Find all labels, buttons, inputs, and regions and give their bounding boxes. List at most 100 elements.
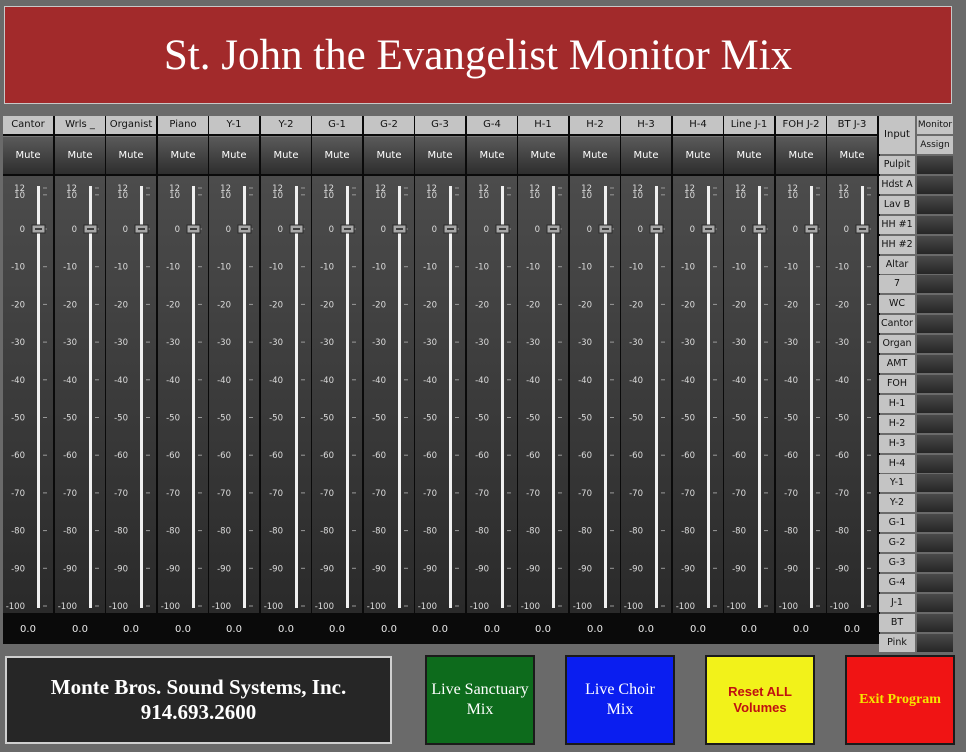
scale-label: -10 (63, 263, 77, 273)
assign-button[interactable] (917, 455, 953, 473)
fader-track[interactable] (243, 186, 246, 608)
mute-button[interactable]: Mute (467, 136, 517, 174)
assign-button[interactable] (917, 315, 953, 333)
assign-button[interactable] (917, 474, 953, 492)
input-label: H-1 (879, 395, 915, 413)
fader-track[interactable] (758, 186, 761, 608)
mute-button[interactable]: Mute (209, 136, 259, 174)
assign-button[interactable] (917, 554, 953, 572)
input-label: H-2 (879, 415, 915, 433)
scale-label: -30 (835, 338, 849, 348)
assign-button[interactable] (917, 275, 953, 293)
mute-button[interactable]: Mute (312, 136, 362, 174)
scale-label: -30 (217, 338, 231, 348)
fader-track[interactable] (655, 186, 658, 608)
channel-value: 0.0 (741, 624, 757, 635)
scale-label: -50 (423, 414, 437, 424)
mute-button[interactable]: Mute (415, 136, 465, 174)
fader-track[interactable] (861, 186, 864, 608)
scale-label: -60 (217, 451, 231, 461)
mute-button[interactable]: Mute (724, 136, 774, 174)
mute-button[interactable]: Mute (55, 136, 105, 174)
scale-label: -20 (166, 300, 180, 310)
scale-label: -30 (320, 338, 334, 348)
assign-button[interactable] (917, 256, 953, 274)
assign-button[interactable] (917, 335, 953, 353)
scale-label: -10 (784, 263, 798, 273)
assign-button[interactable] (917, 355, 953, 373)
scale-label: -100 (830, 602, 849, 612)
fader-track[interactable] (295, 186, 298, 608)
live-choir-mix-label: Live Choir Mix (585, 681, 655, 718)
mute-button[interactable]: Mute (518, 136, 568, 174)
fader-svg: 12100-10-20-30-40-50-60-70-80-90-100 (58, 184, 99, 612)
channel-value: 0.0 (278, 624, 294, 635)
fader-track[interactable] (810, 186, 813, 608)
assign-button[interactable] (917, 614, 953, 632)
assign-button[interactable] (917, 216, 953, 234)
scale-label: 10 (581, 191, 592, 201)
fader-area: 12 10 0 -10 -20 -30 -40 -50 -60 -70 -80 -90 -100 (518, 176, 568, 613)
exit-program-button[interactable]: Exit Program (845, 655, 955, 745)
fader-svg: 12100-10-20-30-40-50-60-70-80-90-100 (315, 184, 356, 612)
fader-svg: 12100-10-20-30-40-50-60-70-80-90-100 (830, 184, 871, 612)
assign-button[interactable] (917, 415, 953, 433)
input-row: Y-2 (879, 494, 955, 513)
assign-button[interactable] (917, 594, 953, 612)
fader-track[interactable] (449, 186, 452, 608)
mute-button[interactable]: Mute (827, 136, 877, 174)
scale-label: -80 (423, 527, 437, 537)
fader-track[interactable] (140, 186, 143, 608)
scale-label: -100 (58, 602, 77, 612)
scale-label: -40 (732, 376, 746, 386)
fader-track[interactable] (192, 186, 195, 608)
input-label: HH #2 (879, 236, 915, 254)
input-label: Organ (879, 335, 915, 353)
assign-button[interactable] (917, 156, 953, 174)
mute-button[interactable]: Mute (261, 136, 311, 174)
scale-label: -70 (784, 489, 798, 499)
assign-button[interactable] (917, 574, 953, 592)
fader-area: 12 10 0 -10 -20 -30 -40 -50 -60 -70 -80 -90 -100 (415, 176, 465, 613)
scale-label: 10 (14, 191, 25, 201)
fader-track[interactable] (604, 186, 607, 608)
scale-label: 0 (587, 225, 592, 235)
mute-button[interactable]: Mute (673, 136, 723, 174)
fader-track[interactable] (346, 186, 349, 608)
mute-button[interactable]: Mute (776, 136, 826, 174)
fader-track[interactable] (37, 186, 40, 608)
scale-label: -80 (629, 527, 643, 537)
live-sanctuary-mix-button[interactable]: Live Sanctuary Mix (425, 655, 535, 745)
mute-button[interactable]: Mute (364, 136, 414, 174)
mute-button[interactable]: Mute (3, 136, 53, 174)
mute-button[interactable]: Mute (106, 136, 156, 174)
mute-button[interactable]: Mute (621, 136, 671, 174)
scale-label: 0 (844, 225, 849, 235)
assign-button[interactable] (917, 295, 953, 313)
live-choir-mix-button[interactable]: Live Choir Mix (565, 655, 675, 745)
fader-track[interactable] (89, 186, 92, 608)
fader-area: 12 10 0 -10 -20 -30 -40 -50 -60 -70 -80 -90 -100 (827, 176, 877, 613)
scale-label: -50 (732, 414, 746, 424)
fader-track[interactable] (552, 186, 555, 608)
scale-label: -20 (11, 300, 25, 310)
fader-track[interactable] (707, 186, 710, 608)
assign-button[interactable] (917, 435, 953, 453)
assign-button[interactable] (917, 176, 953, 194)
assign-button[interactable] (917, 634, 953, 652)
assign-button[interactable] (917, 494, 953, 512)
assign-button[interactable] (917, 196, 953, 214)
scale-label: 0 (381, 225, 386, 235)
fader-track[interactable] (398, 186, 401, 608)
channel-value: 0.0 (175, 624, 191, 635)
reset-all-volumes-button[interactable]: Reset ALL Volumes (705, 655, 815, 745)
scale-label: 0 (741, 225, 746, 235)
fader-track[interactable] (501, 186, 504, 608)
assign-button[interactable] (917, 514, 953, 532)
assign-button[interactable] (917, 395, 953, 413)
assign-button[interactable] (917, 534, 953, 552)
mute-button[interactable]: Mute (570, 136, 620, 174)
assign-button[interactable] (917, 236, 953, 254)
assign-button[interactable] (917, 375, 953, 393)
mute-button[interactable]: Mute (158, 136, 208, 174)
